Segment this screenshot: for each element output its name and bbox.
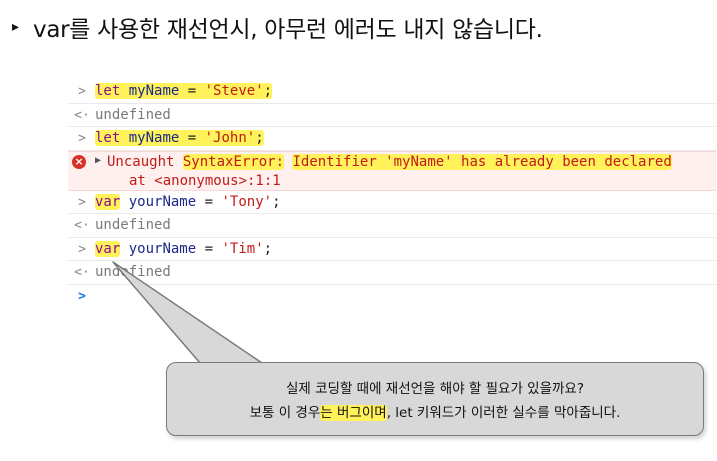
- callout-line-2: 보통 이 경우는 버그이며, let 키워드가 이러한 실수를 막아줍니다.: [167, 401, 703, 421]
- callout-box: 실제 코딩할 때에 재선언을 해야 할 필요가 있을까요? 보통 이 경우는 버…: [166, 362, 704, 436]
- callout-line-1: 실제 코딩할 때에 재선언을 해야 할 필요가 있을까요?: [285, 381, 585, 397]
- callout-highlight: 는 버그이며: [320, 405, 387, 421]
- callout-line-2-end: , let 키워드가 이러한 실수를 막아줍니다.: [386, 405, 621, 421]
- callout-tail: [112, 261, 263, 364]
- callout-line-2-start: 보통 이 경우: [249, 405, 321, 421]
